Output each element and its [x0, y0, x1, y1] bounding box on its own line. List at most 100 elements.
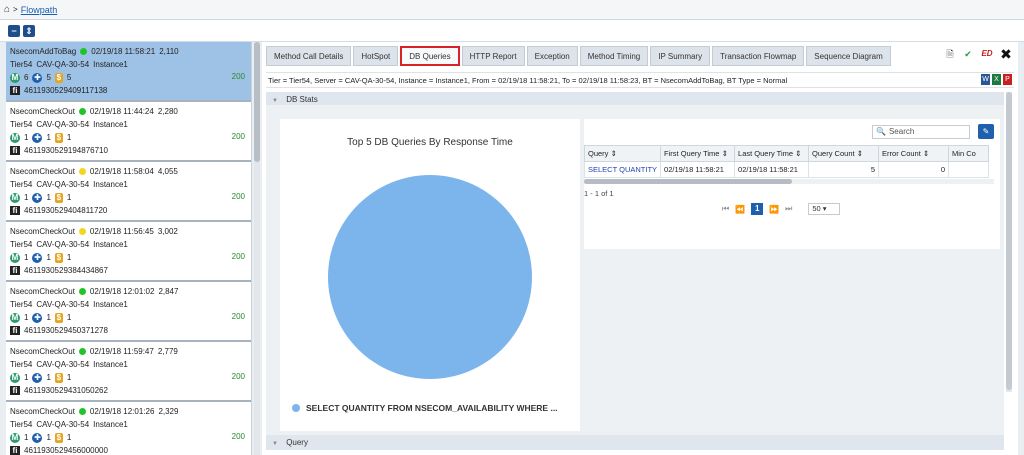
db-icon[interactable]: ✚ [32, 252, 43, 263]
tab-method-timing[interactable]: Method Timing [579, 46, 649, 66]
sort-icon[interactable]: ⇕ [793, 149, 801, 158]
flowpath-card[interactable]: NsecomCheckOut 02/19/18 12:01:26 2,329 Tier… [6, 402, 251, 455]
db-icon[interactable]: ✚ [32, 72, 43, 83]
column-header[interactable]: Last Query Time ⇕ [734, 145, 810, 162]
sort-icon[interactable]: ⇕ [23, 24, 35, 37]
query-link[interactable]: SELECT QUANTITY [583, 161, 662, 178]
db-icon[interactable]: ✚ [32, 372, 43, 383]
flowpath-card[interactable]: NsecomCheckOut 02/19/18 11:58:04 4,055 Tier… [6, 162, 251, 222]
column-header[interactable]: Error Count ⇕ [878, 145, 950, 162]
sort-icon[interactable]: ⇕ [719, 149, 728, 158]
db-icon[interactable]: ✚ [32, 192, 43, 203]
home-icon[interactable]: ⌂ [4, 4, 10, 15]
duration: 2,329 [158, 407, 179, 416]
table-row[interactable]: SELECT QUANTITY 02/19/18 11:58:21 02/19/18… [583, 161, 990, 178]
flowpath-id-icon: fi [10, 326, 20, 335]
duration: 2,280 [157, 107, 178, 116]
ed-icon[interactable]: ED [980, 48, 994, 60]
close-icon[interactable]: ✖ [1000, 47, 1012, 61]
prev-page-icon[interactable]: ⏪ [735, 205, 745, 214]
flowpath-card[interactable]: NsecomCheckOut 02/19/18 11:56:45 3,002 Tier… [6, 222, 251, 282]
instance: Instance1 [93, 300, 128, 309]
tab-sequence-diagram[interactable]: Sequence Diagram [806, 46, 891, 66]
left-scrollbar[interactable] [254, 42, 260, 455]
duration: 4,055 [157, 167, 178, 176]
tab-hotspot[interactable]: HotSpot [353, 46, 399, 66]
tier: Tier54 [10, 180, 33, 189]
flowpath-card[interactable]: NsecomCheckOut 02/19/18 12:01:02 2,847 Tier… [6, 282, 251, 342]
first-page-icon[interactable]: ⏮ [722, 204, 729, 214]
method-icon[interactable]: M [10, 252, 20, 263]
db-icon[interactable]: ✚ [32, 312, 43, 323]
last-page-icon[interactable]: ⏭ [785, 204, 792, 214]
sort-icon[interactable]: ⇕ [855, 149, 863, 158]
coin-icon[interactable]: $ [54, 72, 63, 83]
flowpath-id: 4611930529404811720 [24, 206, 108, 215]
method-count: 1 [24, 313, 29, 322]
chart-legend[interactable]: SELECT QUANTITY FROM NSECOM_AVAILABILITY… [292, 403, 558, 413]
next-page-icon[interactable]: ⏩ [769, 205, 779, 214]
flowpath-card[interactable]: NsecomCheckOut 02/19/18 11:44:24 2,280 Tier… [6, 102, 251, 162]
search-input[interactable]: 🔍 Search [872, 125, 970, 139]
db-icon[interactable]: ✚ [32, 132, 43, 143]
method-icon[interactable]: M [10, 312, 20, 323]
check-icon[interactable]: ✔ [962, 48, 974, 60]
db-icon[interactable]: ✚ [32, 432, 43, 443]
table-settings-button[interactable]: ✎ [978, 124, 994, 139]
coin-icon[interactable]: $ [54, 132, 63, 143]
breadcrumb-bar: ⌂ > Flowpath [0, 0, 1024, 20]
page-size-select[interactable]: 50 ▾ [808, 203, 841, 215]
section-query[interactable]: ▼ Query [266, 435, 1004, 450]
method-icon[interactable]: M [10, 72, 20, 83]
right-scrollbar[interactable] [1006, 92, 1012, 392]
section-query-label: Query [286, 438, 308, 447]
top-right-icons: 🗎 ✔ ED ✖ [944, 47, 1012, 61]
export-word-icon[interactable]: W [981, 74, 990, 85]
coin-icon[interactable]: $ [54, 192, 63, 203]
db-count: 5 [46, 73, 51, 82]
pie-slice[interactable] [328, 175, 532, 379]
flowpath-id: 4611930529409117138 [24, 86, 108, 95]
coin-icon[interactable]: $ [54, 372, 63, 383]
collapse-icon[interactable]: − [8, 24, 20, 37]
section-db-stats-label: DB Stats [286, 95, 318, 104]
flowpath-card[interactable]: NsecomAddToBag 02/19/18 11:58:21 2,110 Tier… [6, 42, 251, 102]
start-time: 02/19/18 11:59:47 [89, 347, 154, 356]
breadcrumb-flowpath[interactable]: Flowpath [21, 5, 58, 15]
table-cell [948, 161, 990, 178]
column-header[interactable]: First Query Time ⇕ [660, 145, 736, 162]
status-code: 200 [231, 372, 245, 381]
instance: Instance1 [93, 360, 128, 369]
method-icon[interactable]: M [10, 372, 20, 383]
flowpath-card[interactable]: NsecomCheckOut 02/19/18 11:59:47 2,779 Tier… [6, 342, 251, 402]
document-icon[interactable]: 🗎 [944, 48, 956, 60]
method-count: 1 [24, 433, 29, 442]
coin-icon[interactable]: $ [54, 252, 63, 263]
page-1-button[interactable]: 1 [751, 203, 764, 215]
coin-count: 5 [66, 73, 72, 82]
start-time: 02/19/18 12:01:26 [89, 407, 155, 416]
column-header[interactable]: Query Count ⇕ [808, 145, 880, 162]
method-count: 1 [24, 193, 29, 202]
caret-down-icon: ▼ [272, 441, 278, 447]
export-excel-icon[interactable]: X [992, 74, 1001, 85]
tab-method-call-details[interactable]: Method Call Details [266, 46, 352, 66]
db-count: 1 [46, 373, 51, 382]
export-pdf-icon[interactable]: P [1003, 74, 1012, 85]
method-icon[interactable]: M [10, 432, 20, 443]
method-icon[interactable]: M [10, 132, 20, 143]
tab-ip-summary[interactable]: IP Summary [650, 46, 711, 66]
table-h-scrollbar[interactable] [584, 179, 994, 184]
tab-exception[interactable]: Exception [526, 46, 578, 66]
tab-transaction-flowmap[interactable]: Transaction Flowmap [712, 46, 805, 66]
sort-icon[interactable]: ⇕ [608, 149, 617, 158]
tab-db-queries[interactable]: DB Queries [400, 46, 460, 66]
sort-icon[interactable]: ⇕ [921, 149, 929, 158]
coin-icon[interactable]: $ [54, 432, 63, 443]
tab-http-report[interactable]: HTTP Report [461, 46, 525, 66]
coin-icon[interactable]: $ [54, 312, 63, 323]
method-icon[interactable]: M [10, 192, 20, 203]
column-header[interactable]: Min Co [948, 145, 990, 162]
column-header[interactable]: Query ⇕ [583, 145, 662, 162]
bt-name: NsecomCheckOut [10, 287, 75, 296]
